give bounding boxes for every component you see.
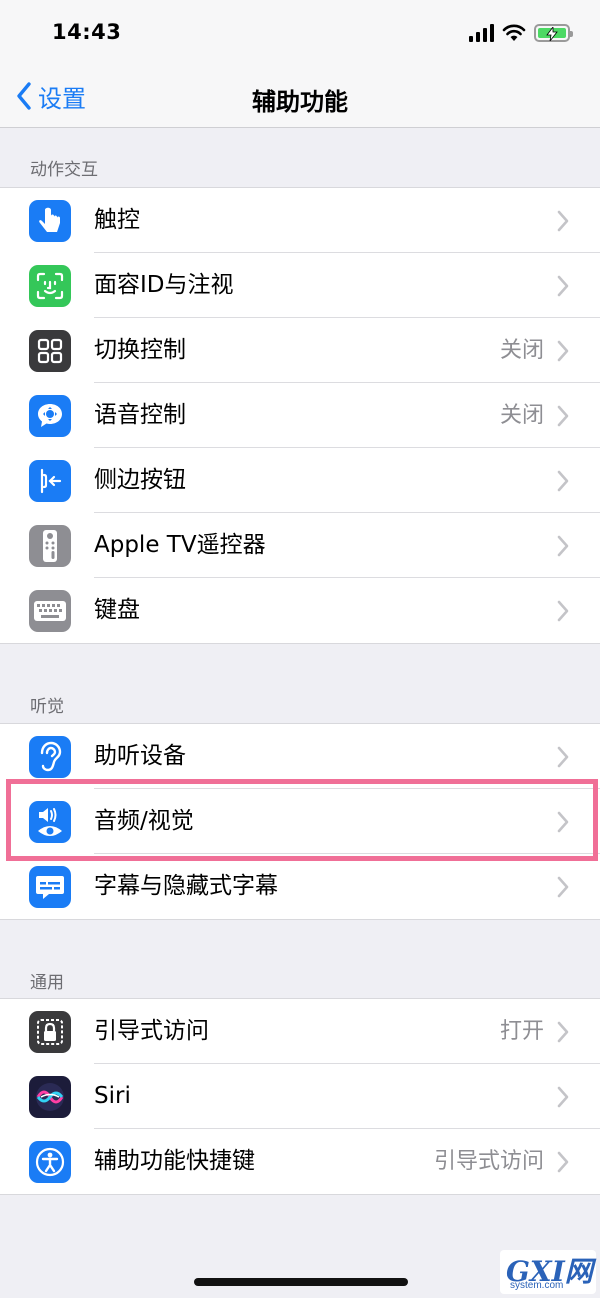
home-indicator[interactable] — [194, 1278, 408, 1286]
row-value: 引导式访问 — [433, 1149, 544, 1174]
section-header-hearing: 听觉 — [30, 697, 64, 717]
chevron-right-icon — [557, 1151, 569, 1173]
settings-row-touch[interactable]: 触控 — [0, 188, 600, 253]
chevron-right-icon — [557, 210, 569, 232]
section-header-general: 通用 — [30, 973, 64, 993]
settings-row-apple-tv-remote[interactable]: Apple TV遥控器 — [0, 513, 600, 578]
watermark-sub-text: system.com — [510, 1280, 564, 1291]
chevron-right-icon — [557, 811, 569, 833]
row-label: 辅助功能快捷键 — [94, 1148, 255, 1174]
watermark-logo: GXI网 system.com — [500, 1250, 596, 1294]
settings-row-audio-visual[interactable]: 音频/视觉 — [0, 789, 600, 854]
voice-control-icon — [29, 395, 71, 437]
accessibility-icon — [29, 1141, 71, 1183]
navigation-bar: 设置 辅助功能 — [0, 66, 600, 128]
chevron-right-icon — [557, 535, 569, 557]
settings-row-hearing-devices[interactable]: 助听设备 — [0, 724, 600, 789]
row-label: 触控 — [94, 207, 140, 233]
remote-icon — [29, 525, 71, 567]
face-id-icon — [29, 265, 71, 307]
section-header-interaction: 动作交互 — [30, 160, 98, 180]
status-time: 14:43 — [52, 20, 122, 44]
settings-row-keyboard[interactable]: 键盘 — [0, 578, 600, 643]
row-label: 助听设备 — [94, 743, 186, 769]
row-label: Apple TV遥控器 — [94, 532, 266, 558]
settings-row-guided-access[interactable]: 引导式访问 打开 — [0, 999, 600, 1064]
guided-access-icon — [29, 1011, 71, 1053]
settings-group-general: 引导式访问 打开 Siri 辅助功能快捷键 引导式访问 — [0, 998, 600, 1195]
side-button-icon — [29, 460, 71, 502]
row-label: 字幕与隐藏式字幕 — [94, 873, 278, 899]
settings-row-accessibility-shortcut[interactable]: 辅助功能快捷键 引导式访问 — [0, 1129, 600, 1194]
chevron-right-icon — [557, 600, 569, 622]
status-icons — [469, 22, 573, 44]
status-bar: 14:43 — [0, 0, 600, 66]
cellular-signal-icon — [469, 24, 494, 42]
row-label: 键盘 — [94, 597, 140, 623]
row-label: 语音控制 — [94, 402, 186, 428]
battery-icon — [534, 24, 573, 42]
settings-row-face-id[interactable]: 面容ID与注视 — [0, 253, 600, 318]
switch-control-icon — [29, 330, 71, 372]
chevron-right-icon — [557, 1086, 569, 1108]
row-label: 面容ID与注视 — [94, 272, 234, 298]
row-value: 打开 — [499, 1019, 544, 1044]
chevron-right-icon — [557, 746, 569, 768]
ear-icon — [29, 736, 71, 778]
wifi-icon — [502, 24, 526, 41]
page-title: 辅助功能 — [252, 88, 348, 116]
chevron-right-icon — [557, 340, 569, 362]
subtitles-icon — [29, 866, 71, 908]
chevron-right-icon — [557, 470, 569, 492]
touch-icon — [29, 200, 71, 242]
settings-row-voice-control[interactable]: 语音控制 关闭 — [0, 383, 600, 448]
settings-row-side-button[interactable]: 侧边按钮 — [0, 448, 600, 513]
row-label: Siri — [94, 1083, 131, 1109]
settings-row-siri[interactable]: Siri — [0, 1064, 600, 1129]
keyboard-icon — [29, 590, 71, 632]
row-label: 音频/视觉 — [94, 808, 194, 834]
row-label: 引导式访问 — [94, 1018, 209, 1044]
settings-row-switch-control[interactable]: 切换控制 关闭 — [0, 318, 600, 383]
chevron-right-icon — [557, 876, 569, 898]
chevron-right-icon — [557, 275, 569, 297]
settings-group-interaction: 触控 面容ID与注视 切换控制 关闭 语音控制 关闭 侧边按钮 Apple TV… — [0, 187, 600, 644]
chevron-right-icon — [557, 405, 569, 427]
row-label: 切换控制 — [94, 337, 186, 363]
settings-group-hearing: 助听设备 音频/视觉 字幕与隐藏式字幕 — [0, 723, 600, 920]
settings-row-subtitles[interactable]: 字幕与隐藏式字幕 — [0, 854, 600, 919]
row-label: 侧边按钮 — [94, 467, 186, 493]
siri-icon — [29, 1076, 71, 1118]
row-value: 关闭 — [499, 338, 544, 363]
row-value: 关闭 — [499, 403, 544, 428]
chevron-right-icon — [557, 1021, 569, 1043]
audio-visual-icon — [29, 801, 71, 843]
